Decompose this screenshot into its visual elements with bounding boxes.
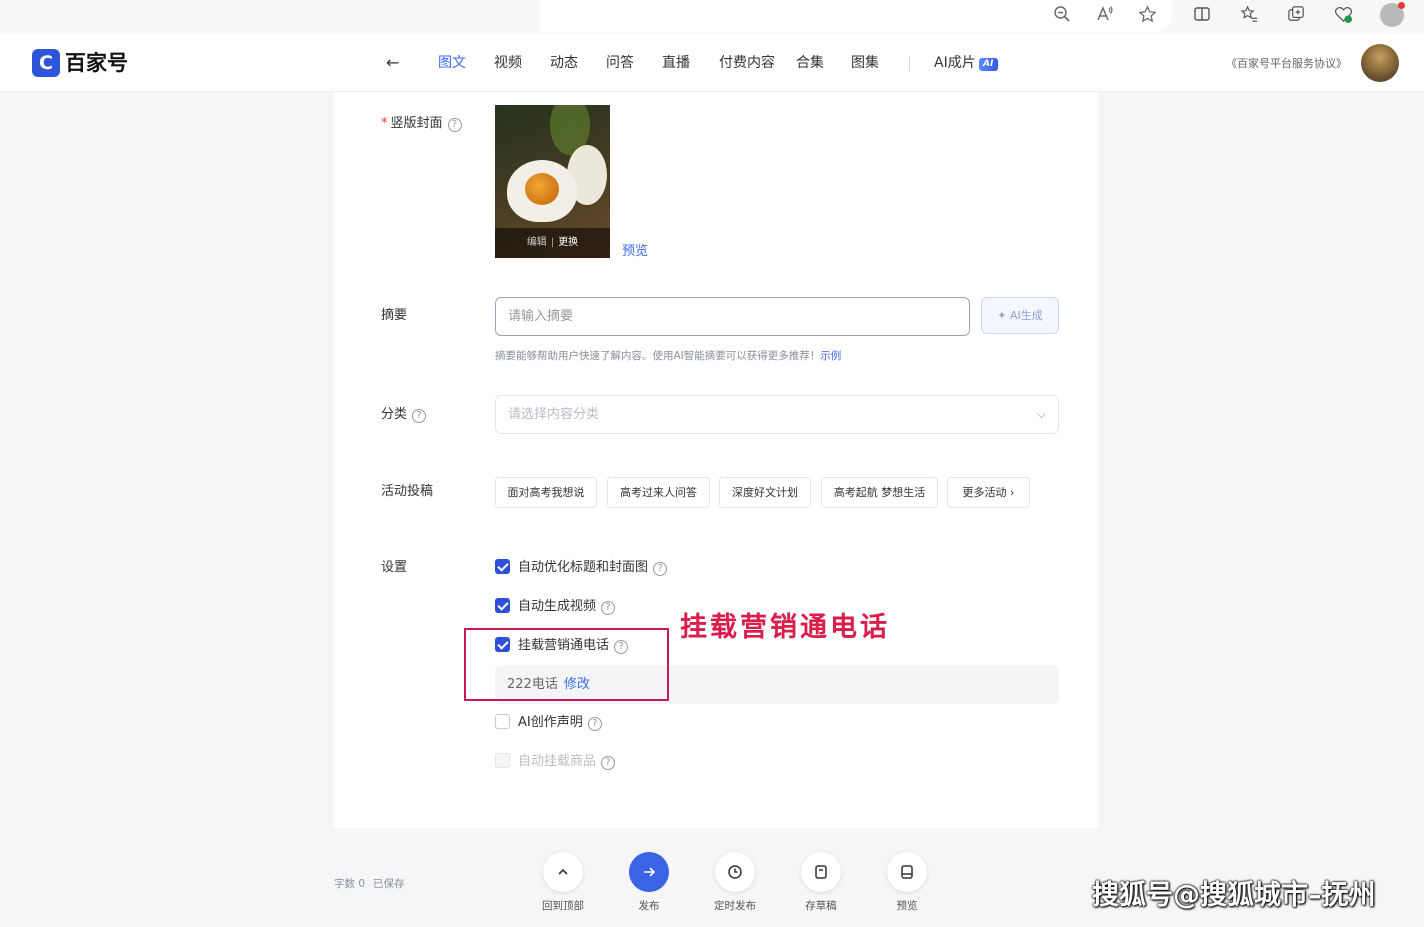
back-to-top-button[interactable] (543, 852, 583, 892)
read-aloud-icon[interactable] (1094, 5, 1116, 27)
user-avatar[interactable] (1361, 44, 1399, 82)
annotation-text: 挂载营销通电话 (680, 612, 890, 643)
word-count: 字数 0 (334, 878, 366, 890)
more-activities-button[interactable]: 更多活动 › (947, 477, 1030, 508)
nav-tab-live[interactable]: 直播 (662, 53, 690, 73)
cover-image[interactable]: 编辑 | 更换 (495, 105, 610, 258)
summary-hint-text: 摘要能够帮助用户快速了解内容。使用AI智能摘要可以获得更多推荐！ (495, 350, 821, 362)
app-header: C 百家号 ← 图文 视频 动态 问答 直播 付费内容 合集 图集 AI成片 AI… (0, 34, 1424, 92)
nav-tab-dynamic[interactable]: 动态 (550, 53, 578, 73)
nav-tab-paid-content[interactable]: 付费内容 (719, 53, 775, 73)
profile-icon[interactable] (1380, 2, 1405, 27)
help-icon[interactable]: ? (653, 562, 668, 576)
chevron-down-icon: ⌵ (1036, 407, 1046, 421)
preview-label: 预览 (896, 900, 918, 912)
nav-tab-qa[interactable]: 问答 (606, 53, 634, 73)
settings-label: 设置 (381, 560, 408, 575)
setting-label: 自动优化标题和封面图 (518, 560, 649, 575)
schedule-publish-label: 定时发布 (714, 900, 756, 912)
checkbox-checked[interactable] (495, 559, 510, 574)
publish-form-card: * 竖版封面? 编辑 | 更换 预览 摘要 请输入摘要 ✦ AI生成 摘要能够帮助用户… (334, 92, 1098, 828)
cover-label-text: 竖版封面 (390, 116, 443, 131)
cover-bar-separator: | (550, 237, 555, 248)
schedule-publish-button[interactable] (715, 852, 755, 892)
ai-generate-label: AI生成 (1009, 309, 1043, 322)
arrow-right-icon (644, 867, 656, 877)
activity-tag[interactable]: 高考过来人问答 (607, 477, 710, 508)
summary-input[interactable]: 请输入摘要 (495, 297, 970, 336)
activity-tag[interactable]: 面对高考我想说 (495, 477, 597, 508)
setting-auto-optimize[interactable]: 自动优化标题和封面图? (495, 559, 668, 577)
setting-label: AI创作声明 (518, 715, 583, 730)
nav-ai-video-label: AI成片 (934, 55, 976, 71)
cover-label: * 竖版封面? (381, 115, 462, 133)
nav-tab-article[interactable]: 图文 (438, 53, 466, 73)
summary-label: 摘要 (381, 308, 408, 323)
back-arrow-icon[interactable]: ← (386, 52, 399, 74)
help-icon[interactable]: ? (601, 756, 616, 770)
save-draft-button[interactable] (801, 852, 841, 892)
nav-tab-collection[interactable]: 合集 (796, 53, 824, 73)
sparkle-icon: ✦ (997, 309, 1010, 322)
category-label: 分类? (381, 406, 427, 424)
draft-icon (815, 865, 827, 879)
checkbox-unchecked[interactable] (495, 714, 510, 729)
footer-stats: 字数 0 已保存 (334, 876, 405, 892)
checkbox-checked[interactable] (495, 598, 510, 613)
category-select[interactable]: 请选择内容分类 ⌵ (495, 395, 1059, 434)
address-bar-area (540, 0, 1172, 32)
setting-auto-video[interactable]: 自动生成视频? (495, 598, 616, 616)
nav-tab-gallery[interactable]: 图集 (851, 53, 879, 73)
baijiahao-logo-icon[interactable]: C (32, 49, 60, 77)
annotation-highlight-box (464, 628, 669, 701)
watermark-text: 搜狐号@搜狐城市–抚州 (1092, 880, 1376, 911)
logo-text[interactable]: 百家号 (65, 49, 128, 77)
cover-preview-link[interactable]: 预览 (622, 243, 648, 261)
browser-essentials-icon[interactable] (1332, 5, 1354, 27)
cover-edit-button[interactable]: 编辑 (527, 237, 547, 248)
cover-image-yolk (525, 173, 559, 205)
help-icon[interactable]: ? (587, 717, 602, 731)
activity-tag[interactable]: 深度好文计划 (719, 477, 811, 508)
split-screen-icon[interactable] (1191, 5, 1213, 27)
favorite-star-icon[interactable] (1136, 5, 1158, 27)
clock-icon (728, 865, 742, 879)
checkbox-disabled (495, 753, 510, 768)
ai-badge: AI (978, 58, 998, 71)
activity-tag[interactable]: 高考起航 梦想生活 (821, 477, 938, 508)
activity-label: 活动投稿 (381, 484, 434, 499)
browser-toolbar (0, 0, 1424, 34)
ai-generate-button[interactable]: ✦ AI生成 (981, 297, 1059, 334)
saved-status: 已保存 (373, 878, 405, 890)
summary-hint: 摘要能够帮助用户快速了解内容。使用AI智能摘要可以获得更多推荐！示例 (495, 348, 841, 364)
setting-label: 自动生成视频 (518, 599, 597, 614)
chevron-up-icon (558, 868, 568, 875)
required-mark: * (381, 116, 388, 131)
publish-button[interactable] (629, 852, 669, 892)
summary-example-link[interactable]: 示例 (820, 350, 841, 362)
help-icon[interactable]: ? (447, 118, 462, 132)
cover-replace-button[interactable]: 更换 (558, 237, 578, 248)
cover-action-bar: 编辑 | 更换 (495, 228, 610, 258)
category-label-text: 分类 (381, 407, 408, 422)
setting-ai-declaration[interactable]: AI创作声明? (495, 714, 602, 732)
setting-label: 自动挂载商品 (518, 754, 597, 769)
nav-tab-video[interactable]: 视频 (494, 53, 522, 73)
nav-tab-ai-video[interactable]: AI成片 AI (934, 53, 998, 73)
help-icon[interactable]: ? (601, 601, 616, 615)
save-draft-label: 存草稿 (805, 900, 837, 912)
nav-divider (909, 56, 910, 71)
agreement-link[interactable]: 《百家号平台服务协议》 (1226, 55, 1347, 73)
collections-icon[interactable] (1285, 5, 1307, 27)
zoom-out-icon[interactable] (1051, 5, 1073, 27)
favorites-list-icon[interactable] (1238, 5, 1260, 27)
setting-auto-product: 自动挂载商品? (495, 753, 616, 771)
preview-device-icon (901, 865, 913, 879)
help-icon[interactable]: ? (412, 409, 427, 423)
publish-label: 发布 (638, 900, 660, 912)
preview-button[interactable] (887, 852, 927, 892)
back-to-top-label: 回到顶部 (542, 900, 584, 912)
category-placeholder: 请选择内容分类 (508, 407, 600, 422)
